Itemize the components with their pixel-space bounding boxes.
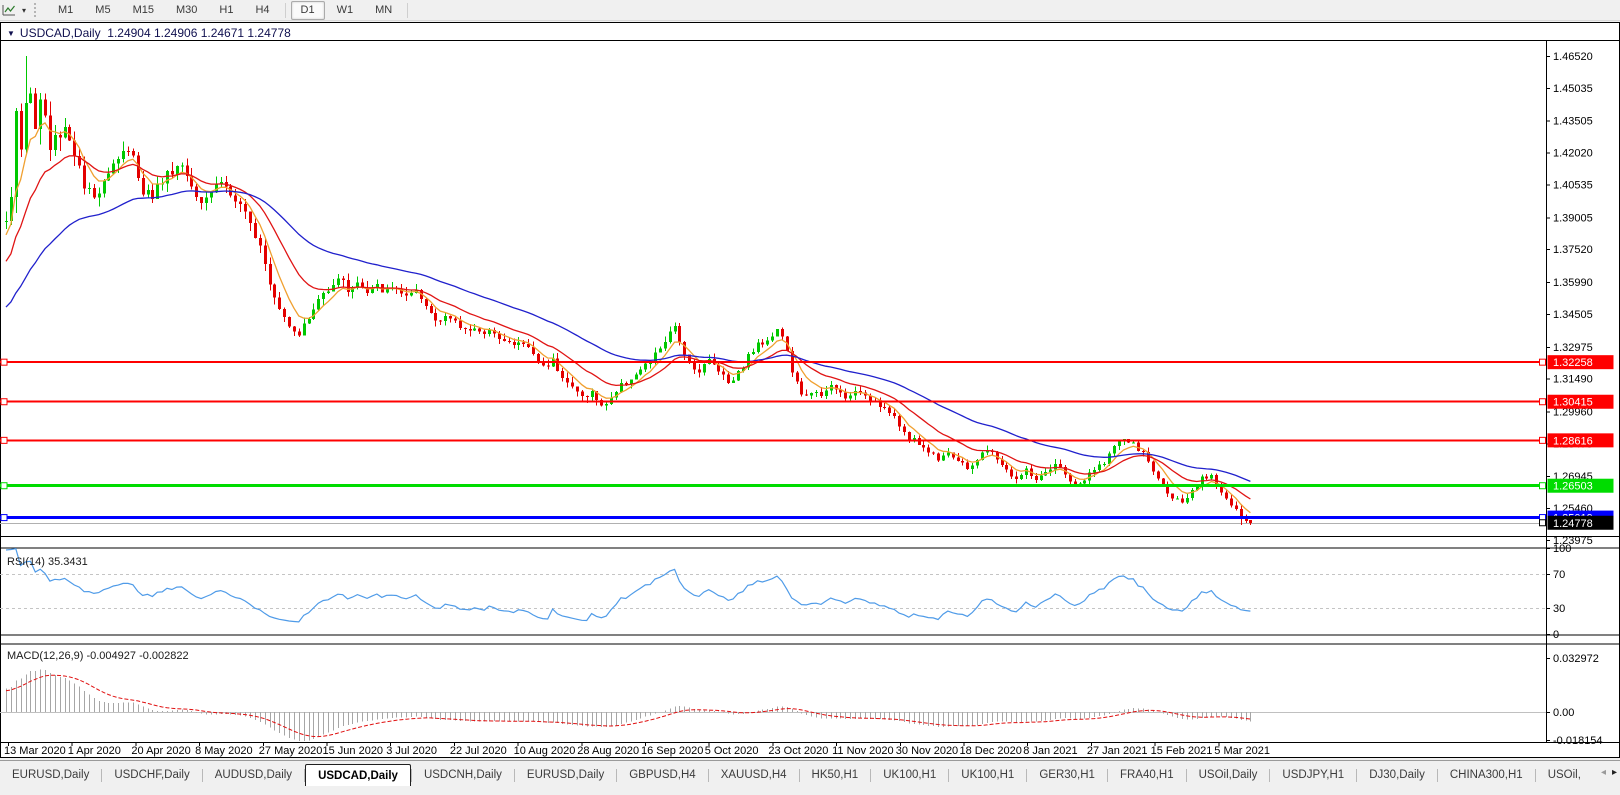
- price-badge-value: 1.28616: [1553, 435, 1593, 447]
- rsi-axis-label: 70: [1553, 569, 1565, 581]
- timeframe-button-M1[interactable]: M1: [48, 1, 83, 20]
- date-axis-label: 8 May 2020: [195, 745, 252, 757]
- timeframe-button-H4[interactable]: H4: [245, 1, 279, 20]
- timeframe-button-M30[interactable]: M30: [166, 1, 207, 20]
- price-axis-label: 1.32975: [1553, 342, 1593, 354]
- date-axis-label: 1 Apr 2020: [68, 745, 121, 757]
- chart-canvas[interactable]: 1.46520 1.45035 1.43505 1.42020 1.40535 1.390…: [0, 22, 1620, 758]
- chart-tab-ger30-h1[interactable]: GER30,H1: [1027, 765, 1107, 785]
- hline-handle: [1, 437, 7, 443]
- chart-tab-eurusd-daily[interactable]: EURUSD,Daily: [515, 765, 616, 785]
- date-axis-label: 22 Jul 2020: [450, 745, 507, 757]
- rsi-axis-label: 100: [1553, 543, 1571, 555]
- chart-tab-uk100-h1[interactable]: UK100,H1: [949, 765, 1026, 785]
- chart-tool-icon[interactable]: [0, 2, 18, 18]
- date-axis-label: 15 Feb 2021: [1151, 745, 1213, 757]
- price-badge-handle: [1540, 359, 1546, 365]
- price-axis-label: 1.43505: [1553, 116, 1593, 128]
- chart-tab-xauusd-h4[interactable]: XAUUSD,H4: [709, 765, 799, 785]
- price-badge-handle: [1540, 399, 1546, 405]
- hline-handle: [1, 359, 7, 365]
- price-axis-label: 1.35990: [1553, 277, 1593, 289]
- price-badge-value: 1.24778: [1553, 518, 1593, 530]
- chart-tab-dj30-daily[interactable]: DJ30,Daily: [1357, 765, 1437, 785]
- date-axis-label: 27 May 2020: [259, 745, 323, 757]
- toolbar-separator: [407, 3, 408, 18]
- price-axis-label: 1.40535: [1553, 179, 1593, 191]
- tab-scroll-arrows: ◂ ▸: [1601, 767, 1617, 779]
- price-axis-label: 1.46520: [1553, 51, 1593, 63]
- chart-tab-usdcnh-daily[interactable]: USDCNH,Daily: [412, 765, 514, 785]
- chart-tab-usdchf-daily[interactable]: USDCHF,Daily: [102, 765, 201, 785]
- top-toolbar: ▾ M1M5M15M30H1H4 D1W1MN: [0, 0, 1620, 21]
- chart-tab-usdjpy-h1[interactable]: USDJPY,H1: [1270, 765, 1356, 785]
- price-axis-label: 1.45035: [1553, 83, 1593, 95]
- date-axis-label: 8 Jan 2021: [1023, 745, 1077, 757]
- chart-tab-usoil-[interactable]: USOil,: [1536, 765, 1593, 785]
- price-badge-value: 1.26503: [1553, 481, 1593, 493]
- date-axis-label: 13 Mar 2020: [4, 745, 66, 757]
- rsi-axis-label: 0: [1553, 629, 1559, 641]
- chart-tabs: EURUSD,DailyUSDCHF,DailyAUDUSD,DailyUSDC…: [0, 764, 1594, 786]
- macd-axis-label: 0.032972: [1553, 653, 1599, 665]
- rsi-axis-label: 30: [1553, 603, 1565, 615]
- date-axis-label: 27 Jan 2021: [1087, 745, 1148, 757]
- macd-axis-label: -0.018154: [1553, 735, 1603, 747]
- date-axis-label: 30 Nov 2020: [896, 745, 958, 757]
- hline-handle: [1, 483, 7, 489]
- timeframe-button-MN[interactable]: MN: [365, 1, 402, 20]
- price-badge-handle: [1540, 483, 1546, 489]
- toolbar-grip[interactable]: [34, 3, 41, 17]
- chart-tab-usoil-daily[interactable]: USOil,Daily: [1187, 765, 1270, 785]
- timeframe-button-D1[interactable]: D1: [291, 1, 325, 20]
- chart-tab-audusd-daily[interactable]: AUDUSD,Daily: [203, 765, 304, 785]
- dropdown-caret-icon[interactable]: ▾: [18, 6, 30, 15]
- macd-axis-label: 0.00: [1553, 707, 1574, 719]
- date-axis-label: 15 Jun 2020: [323, 745, 384, 757]
- toolbar-separator: [285, 3, 286, 18]
- hline-handle: [1, 399, 7, 405]
- price-axis-label: 1.42020: [1553, 148, 1593, 160]
- timeframe-button-M5[interactable]: M5: [85, 1, 120, 20]
- chart-tab-hk50-h1[interactable]: HK50,H1: [800, 765, 871, 785]
- chart-tab-eurusd-daily[interactable]: EURUSD,Daily: [0, 765, 101, 785]
- price-badge-value: 1.30415: [1553, 397, 1593, 409]
- tab-scroll-left-icon[interactable]: ◂: [1601, 767, 1606, 779]
- price-axis-label: 1.37520: [1553, 244, 1593, 256]
- price-axis-label: 1.39005: [1553, 212, 1593, 224]
- date-axis-label: 5 Mar 2021: [1214, 745, 1270, 757]
- chart-tab-gbpusd-h4[interactable]: GBPUSD,H4: [617, 765, 707, 785]
- price-axis-label: 1.31490: [1553, 374, 1593, 386]
- price-badge-handle: [1540, 437, 1546, 443]
- tab-scroll-right-icon[interactable]: ▸: [1612, 767, 1617, 779]
- date-axis-label: 5 Oct 2020: [705, 745, 759, 757]
- timeframe-buttons: M1M5M15M30H1H4 D1W1MN: [47, 0, 412, 20]
- timeframe-button-M15[interactable]: M15: [123, 1, 164, 20]
- date-axis-label: 23 Oct 2020: [768, 745, 828, 757]
- date-axis-label: 11 Nov 2020: [832, 745, 894, 757]
- price-badge-handle: [1540, 520, 1546, 526]
- date-axis-label: 10 Aug 2020: [514, 745, 576, 757]
- price-badge-value: 1.32258: [1553, 357, 1593, 369]
- mt4-window: ▾ M1M5M15M30H1H4D1W1MN 1.465201.450351.4…: [0, 0, 1620, 794]
- chart-tab-bar: EURUSD,DailyUSDCHF,DailyAUDUSD,DailyUSDC…: [0, 760, 1620, 795]
- timeframe-button-W1[interactable]: W1: [327, 1, 364, 20]
- date-axis-label: 16 Sep 2020: [641, 745, 703, 757]
- date-axis-label: 28 Aug 2020: [577, 745, 639, 757]
- chart-tab-uk100-h1[interactable]: UK100,H1: [871, 765, 948, 785]
- date-axis-label: 20 Apr 2020: [131, 745, 190, 757]
- date-axis-label: 3 Jul 2020: [386, 745, 437, 757]
- timeframe-button-H1[interactable]: H1: [209, 1, 243, 20]
- date-axis-label: 18 Dec 2020: [960, 745, 1022, 757]
- chart-tab-usdcad-daily[interactable]: USDCAD,Daily: [305, 764, 411, 786]
- chart-window-border: [1, 23, 1620, 758]
- hline-handle: [1, 515, 7, 521]
- price-axis-label: 1.34505: [1553, 309, 1593, 321]
- chart-tab-fra40-h1[interactable]: FRA40,H1: [1108, 765, 1186, 785]
- chart-tab-china300-h1[interactable]: CHINA300,H1: [1438, 765, 1535, 785]
